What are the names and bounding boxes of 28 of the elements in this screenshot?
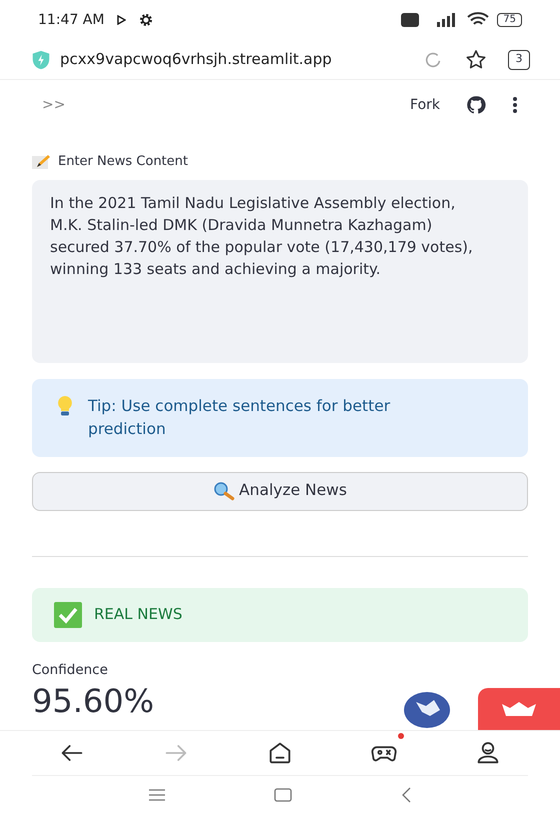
- battery-indicator: 75: [497, 13, 522, 27]
- magnifier-icon: [213, 481, 236, 501]
- result-text: REAL NEWS: [94, 604, 182, 626]
- news-textarea[interactable]: In the 2021 Tamil Nadu Legislative Assembly election, M.K. Stalin-led DMK (Dravida Munnetra Kazhagam) secured 37.70% of the popular vote (17,430,179 votes), winning 133 seats and achieving a majority.: [32, 180, 528, 362]
- lightbulb-icon: [56, 394, 74, 416]
- sidebar-toggle[interactable]: >>: [42, 94, 66, 116]
- field-label: Enter News Content: [58, 153, 188, 171]
- home-square-icon[interactable]: [274, 788, 292, 802]
- boat-icon: [502, 702, 536, 716]
- metric-label: Confidence: [32, 660, 109, 680]
- pencil-icon: [32, 154, 52, 170]
- shield-icon: [30, 48, 52, 70]
- settings-icon: [138, 12, 154, 28]
- status-time: 11:47 AM: [38, 10, 104, 30]
- more-icon[interactable]: [512, 96, 518, 114]
- fork-link[interactable]: Fork: [410, 94, 440, 116]
- back-icon[interactable]: [400, 787, 412, 803]
- streamlit-badge[interactable]: [478, 688, 560, 730]
- metric-value: 95.60%: [32, 682, 154, 720]
- checkmark-icon: [54, 602, 82, 628]
- tip-text: Tip: Use complete sentences for better prediction: [88, 396, 392, 440]
- play-icon: [116, 15, 126, 25]
- analyze-button[interactable]: Analyze News: [32, 472, 528, 510]
- url-text[interactable]: pcxx9vapcwoq6vrhsjh.streamlit.app: [60, 48, 414, 71]
- tab-count-button[interactable]: 3: [508, 50, 530, 70]
- github-icon[interactable]: [466, 95, 486, 115]
- menu-icon[interactable]: [148, 789, 166, 801]
- star-icon[interactable]: [464, 48, 488, 72]
